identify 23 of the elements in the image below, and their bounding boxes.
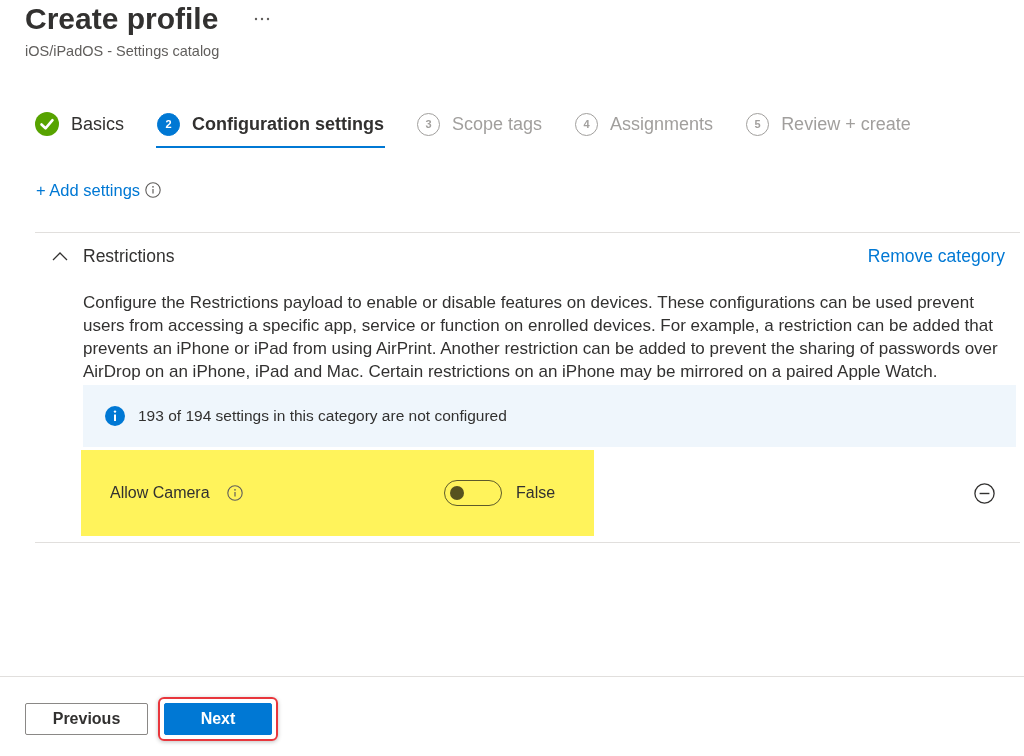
add-settings-link[interactable]: + Add settings: [36, 179, 141, 201]
toggle-value: False: [516, 484, 556, 502]
previous-button[interactable]: Previous: [25, 703, 148, 735]
wizard-step-tab[interactable]: 3 Scope tags: [416, 112, 544, 148]
notice-text: 193 of 194 settings in this category are not configured: [138, 407, 507, 425]
category-description: Configure the Restrictions payload to enable or disable features on devices. These configurations can be used prevent users from accessing a specific app, service or function on enrolled devices. For example, a restriction can be added that prevents an iPhone or iPad from using AirPrint. Another restriction can be added to prevent the sharing of passwords over AirDrop on an iPhone, iPad and Mac. Certain restrictions on an iPhone may be mirrored on a paired Apple Watch.: [83, 292, 999, 383]
info-icon: [226, 485, 243, 501]
page-title: Create profile: [25, 1, 219, 37]
more-options-icon[interactable]: [254, 17, 271, 21]
info-icon: [105, 406, 125, 426]
chevron-up-icon[interactable]: [52, 251, 68, 261]
next-button[interactable]: Next: [164, 703, 272, 735]
step-number: 2: [157, 112, 180, 136]
wizard-step-tab[interactable]: 5 Review + create: [745, 112, 912, 148]
info-icon: [145, 182, 162, 198]
category-title: Restrictions: [83, 245, 176, 267]
remove-category-link[interactable]: Remove category: [867, 245, 1005, 267]
wizard-step-tab[interactable]: 4 Assignments: [574, 112, 715, 148]
setting-label: Allow Camera: [110, 484, 210, 502]
page-subtitle: iOS/iPadOS - Settings catalog: [25, 42, 221, 61]
wizard-step-tab[interactable]: 2 Configuration settings: [156, 112, 385, 148]
minus-circle-icon[interactable]: [974, 482, 995, 504]
wizard-step-tab[interactable]: Basics: [34, 112, 125, 148]
